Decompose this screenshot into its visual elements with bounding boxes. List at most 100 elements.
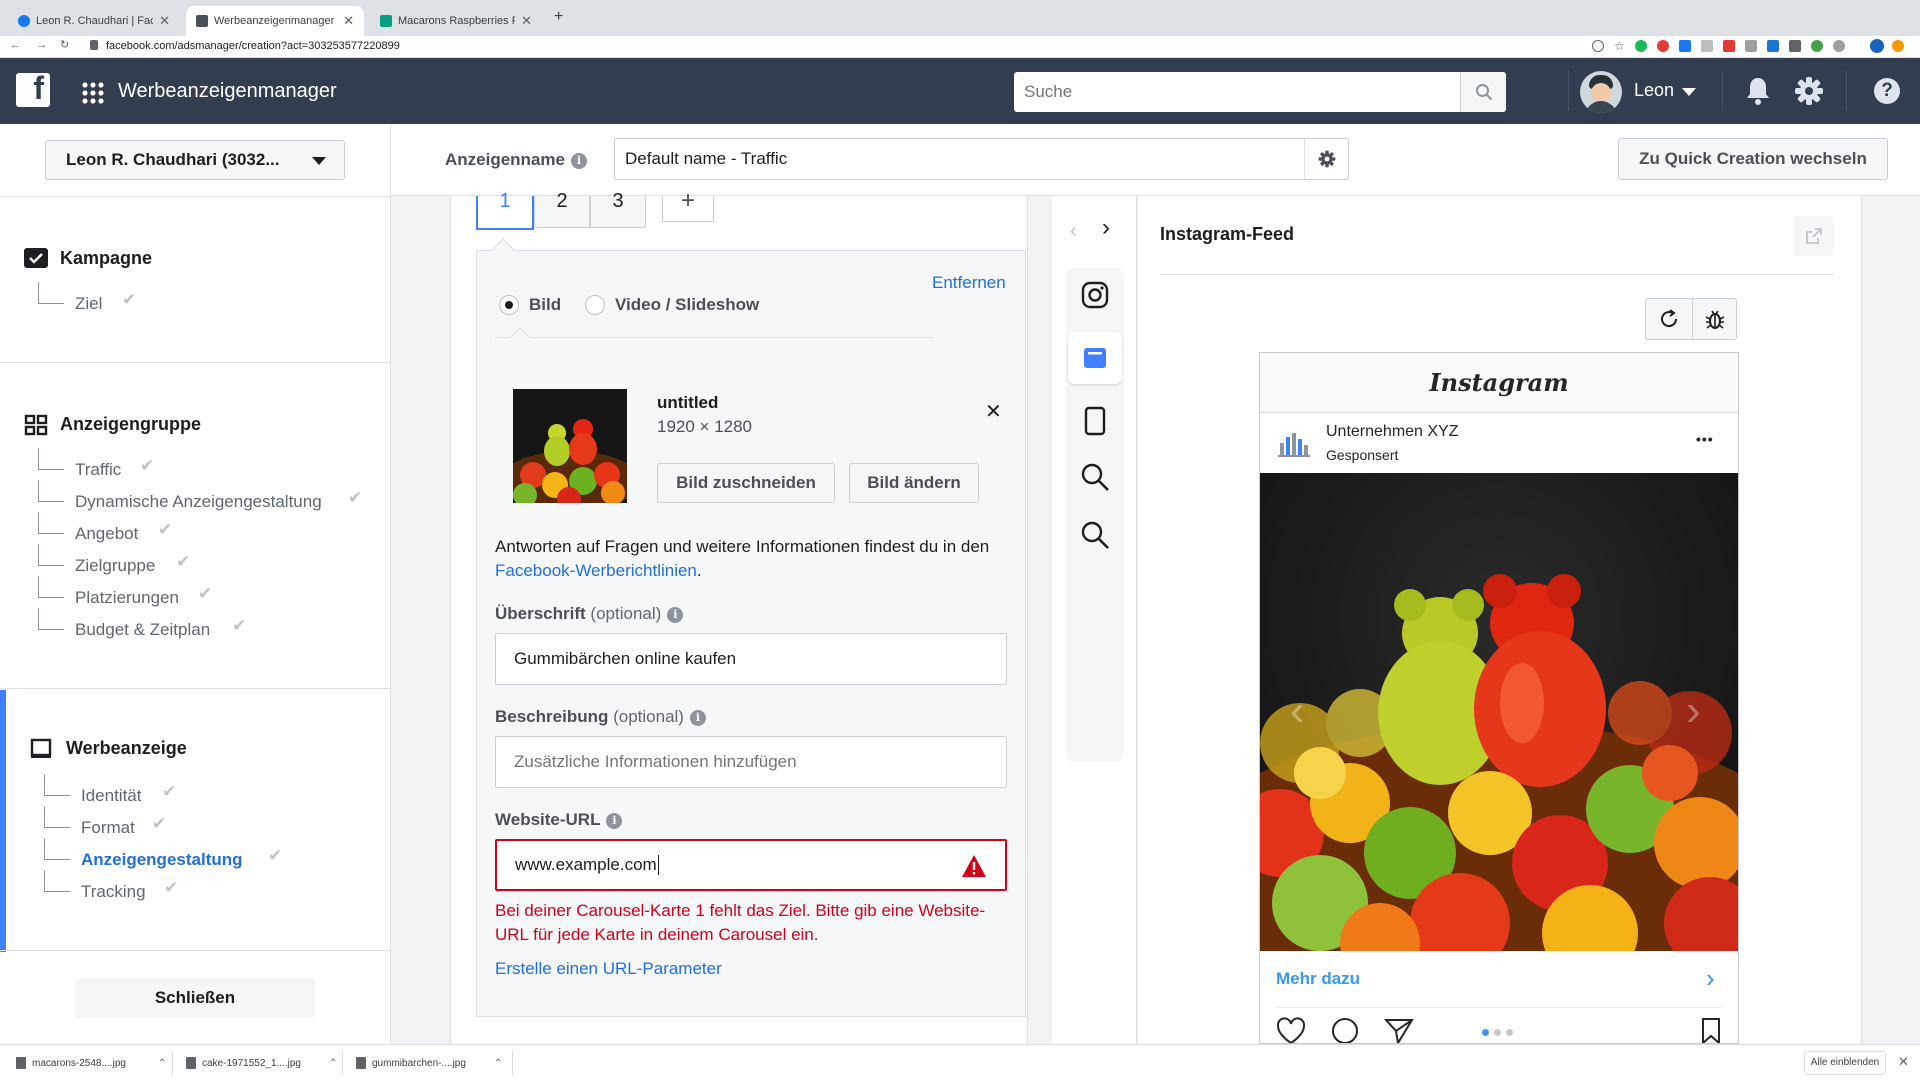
previous-placement-icon[interactable]: ‹ (1070, 220, 1077, 243)
zoom-icon[interactable] (1592, 40, 1604, 52)
extension-icon[interactable] (1700, 40, 1713, 52)
search-button[interactable] (1460, 72, 1506, 112)
nav-item-identity[interactable]: Identität (81, 786, 142, 806)
close-button[interactable]: Schließen (75, 978, 315, 1018)
download-item[interactable]: gummibarchen-....jpg ⌃ (356, 1053, 502, 1073)
close-download-bar-icon[interactable]: ✕ (1898, 1054, 1909, 1070)
notifications-bell-icon[interactable] (1744, 76, 1772, 106)
profile-avatar-icon[interactable] (1870, 39, 1884, 53)
extension-icon[interactable] (1788, 40, 1801, 52)
extension-icon[interactable] (1656, 40, 1669, 52)
download-item[interactable]: macarons-2548....jpg ⌃ (16, 1053, 166, 1073)
chevron-up-icon[interactable]: ⌃ (329, 1058, 337, 1069)
extension-icon[interactable] (1810, 40, 1823, 52)
info-icon[interactable]: i (606, 812, 623, 829)
description-input[interactable] (495, 736, 1007, 788)
create-url-parameter-link[interactable]: Erstelle einen URL-Parameter (495, 959, 722, 979)
headline-input[interactable]: Gummibärchen online kaufen (495, 633, 1007, 685)
open-preview-external-button[interactable] (1794, 216, 1834, 256)
browser-tab-adsmanager[interactable]: Werbeanzeigenmanager - Crea ✕ (186, 6, 364, 36)
crop-image-button[interactable]: Bild zuschneiden (657, 463, 835, 503)
facebook-logo[interactable]: f (16, 73, 50, 107)
feed-placement-button[interactable] (1068, 332, 1122, 384)
star-icon[interactable]: ☆ (1614, 40, 1625, 52)
like-heart-icon[interactable] (1276, 1017, 1306, 1044)
browser-tab-macarons[interactable]: Macarons Raspberries Pastries ✕ (370, 6, 542, 36)
nav-item-traffic[interactable]: Traffic (75, 460, 121, 480)
radio-image-label[interactable]: Bild (529, 295, 561, 315)
cta-bar[interactable]: Mehr dazu › (1260, 951, 1738, 1009)
show-all-downloads-button[interactable]: Alle einblenden (1804, 1051, 1886, 1075)
add-card-button[interactable]: + (662, 189, 714, 222)
help-question-icon[interactable]: ? (1874, 78, 1900, 104)
account-selector[interactable]: Leon R. Chaudhari (3032... (45, 140, 345, 180)
info-icon[interactable]: i (570, 152, 587, 169)
extension-icon[interactable] (1744, 40, 1757, 52)
nav-item-ziel[interactable]: Ziel (75, 294, 102, 314)
nav-item-tracking[interactable]: Tracking (81, 882, 146, 902)
forward-icon[interactable]: → (36, 39, 47, 51)
new-tab-button[interactable]: + (554, 8, 563, 26)
nav-section-ad[interactable]: Werbeanzeige (66, 738, 187, 759)
carousel-previous-icon[interactable]: ‹ (1290, 689, 1305, 733)
cta-learn-more[interactable]: Mehr dazu (1276, 969, 1360, 989)
radio-image[interactable] (499, 295, 519, 315)
remove-card-link[interactable]: Entfernen (932, 273, 1006, 293)
extension-icon[interactable] (1634, 40, 1647, 52)
ad-name-settings-button[interactable] (1304, 139, 1348, 179)
nav-section-adset[interactable]: Anzeigengruppe (60, 414, 201, 435)
search-input[interactable] (1014, 72, 1454, 112)
close-tab-icon[interactable]: ✕ (521, 13, 532, 29)
radio-video-label[interactable]: Video / Slideshow (615, 295, 759, 315)
search-results-icon[interactable] (1080, 520, 1110, 550)
stories-phone-icon[interactable] (1084, 406, 1106, 436)
share-direct-icon[interactable] (1384, 1017, 1414, 1044)
settings-gear-icon[interactable] (1794, 76, 1824, 106)
nav-item-ad-creative[interactable]: Anzeigengestaltung (81, 850, 243, 870)
card-tab-3[interactable]: 3 (590, 191, 646, 228)
remove-image-close-icon[interactable]: ✕ (985, 399, 1002, 424)
refresh-icon[interactable] (1658, 308, 1680, 330)
next-placement-icon[interactable]: › (1102, 216, 1110, 240)
extension-icon[interactable] (1678, 40, 1691, 52)
quick-creation-button[interactable]: Zu Quick Creation wechseln (1618, 138, 1888, 180)
ad-name-input[interactable]: Default name - Traffic (614, 138, 1349, 180)
close-tab-icon[interactable]: ✕ (159, 13, 170, 29)
nav-item-budget-schedule[interactable]: Budget & Zeitplan (75, 620, 210, 640)
close-tab-icon[interactable]: ✕ (343, 13, 354, 29)
info-icon[interactable]: i (689, 709, 706, 726)
website-url-input[interactable]: www.example.com (495, 839, 1007, 891)
comment-icon[interactable] (1330, 1017, 1360, 1044)
apps-grid-icon[interactable] (82, 82, 104, 104)
bug-report-icon[interactable] (1704, 308, 1726, 330)
user-name[interactable]: Leon (1634, 80, 1674, 101)
save-bookmark-icon[interactable] (1700, 1017, 1722, 1044)
instagram-icon[interactable] (1080, 280, 1110, 310)
reload-icon[interactable]: ↻ (60, 38, 69, 51)
radio-video-slideshow[interactable] (585, 295, 605, 315)
extension-icon[interactable] (1722, 40, 1735, 52)
change-image-button[interactable]: Bild ändern (849, 463, 979, 503)
nav-section-campaign[interactable]: Kampagne (60, 248, 152, 269)
nav-item-format[interactable]: Format (81, 818, 135, 838)
extension-icon[interactable] (1832, 40, 1845, 52)
nav-item-audience[interactable]: Zielgruppe (75, 556, 155, 576)
url-text[interactable]: facebook.com/adsmanager/creation?act=303… (106, 40, 400, 52)
update-icon[interactable] (1892, 40, 1904, 52)
nav-item-dynamic-creative[interactable]: Dynamische Anzeigengestaltung (75, 492, 322, 512)
chevron-up-icon[interactable]: ⌃ (494, 1058, 502, 1069)
user-menu-chevron-down-icon[interactable] (1682, 88, 1696, 96)
card-tab-1[interactable]: 1 (476, 191, 534, 230)
browser-tab-facebook[interactable]: Leon R. Chaudhari | Facebook ✕ (8, 6, 180, 36)
chevron-up-icon[interactable]: ⌃ (158, 1058, 166, 1069)
explore-search-icon[interactable] (1080, 462, 1110, 492)
info-icon[interactable]: i (667, 606, 684, 623)
carousel-next-icon[interactable]: › (1686, 689, 1701, 733)
download-item[interactable]: cake-1971552_1....jpg ⌃ (186, 1053, 337, 1073)
back-icon[interactable]: ← (10, 39, 21, 51)
nav-item-offer[interactable]: Angebot (75, 524, 138, 544)
ad-policy-link[interactable]: Facebook-Werberichtlinien (495, 561, 697, 580)
card-tab-2[interactable]: 2 (534, 191, 590, 228)
more-options-icon[interactable]: ••• (1696, 431, 1714, 447)
user-avatar[interactable] (1580, 71, 1622, 113)
